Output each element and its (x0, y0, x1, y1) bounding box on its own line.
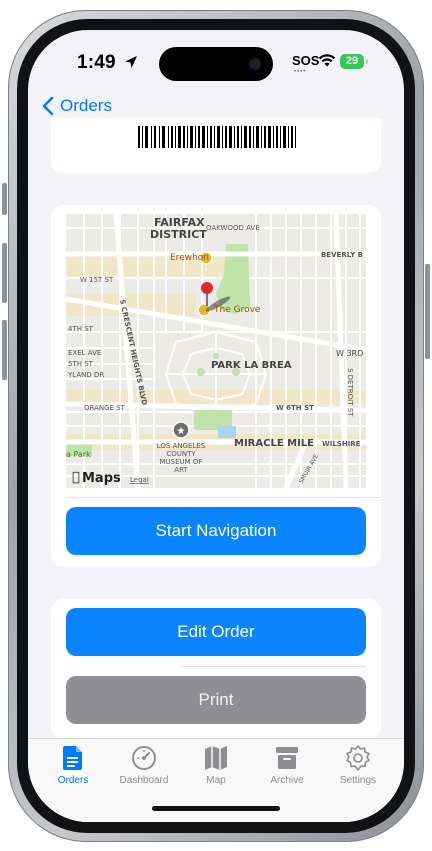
map-label-xel: EXEL AVE (68, 349, 101, 357)
volume-down-button (2, 320, 7, 380)
map-label-miracle: MIRACLE MILE (234, 438, 314, 449)
map-label-district: DISTRICT (150, 228, 207, 241)
tab-orders[interactable]: Orders (38, 745, 108, 786)
carrier-status: SOS (292, 53, 320, 68)
tab-label: Archive (270, 775, 304, 786)
battery-tip (366, 59, 368, 64)
status-time: 1:49 (77, 52, 116, 73)
map-label-lacma-3: MUSEUM OF (160, 458, 203, 466)
print-label: Print (198, 690, 234, 709)
map-label-wilshire: WILSHIRE (322, 440, 361, 448)
map-label-lacma-2: COUNTY (166, 450, 196, 458)
volume-up-button (2, 243, 7, 303)
location-pin-icon (201, 282, 213, 294)
wifi-icon (318, 54, 336, 67)
map-icon (205, 746, 227, 770)
map-view[interactable]: ★ FAIRFAX DISTRICT OAKWOOD AVE BEVERLY B… (66, 214, 366, 488)
print-button[interactable]: Print (66, 676, 366, 724)
gear-icon (346, 745, 370, 771)
camera-icon (249, 58, 261, 70)
museum-star-icon: ★ (177, 426, 186, 437)
card-divider (66, 497, 381, 498)
map-label-grove: The Grove (213, 305, 261, 315)
map-card: ★ FAIRFAX DISTRICT OAKWOOD AVE BEVERLY B… (51, 205, 381, 567)
card-divider (181, 666, 366, 667)
tab-label: Orders (57, 775, 89, 786)
archive-box-icon (276, 747, 298, 769)
status-bar: 1:49 SOS •••• 29 (28, 30, 404, 94)
maps-legal-link: Legal (130, 476, 149, 484)
map-label-orange: ORANGE ST (84, 404, 126, 412)
tab-map[interactable]: Map (181, 745, 251, 786)
tab-label: Dashboard (119, 775, 169, 786)
map-label-lacma-4: ART (174, 466, 188, 474)
battery-indicator: 29 (340, 54, 364, 69)
map-label-w15th: W 15T ST (80, 276, 114, 284)
tab-label: Settings (339, 775, 377, 786)
map-label-w6th: W 6TH ST (276, 404, 314, 412)
back-button[interactable]: Orders (42, 96, 112, 116)
dynamic-island (159, 47, 273, 81)
barcode-image (138, 126, 296, 148)
tab-bar: Orders Dashboard Map Archive Settings (28, 738, 404, 822)
phone-device: 1:49 SOS •••• 29 Orders ★ FAIRFAX DISTRI… (0, 0, 432, 851)
start-navigation-button[interactable]: Start Navigation (66, 507, 366, 555)
tab-label: Map (206, 775, 226, 786)
map-label-w3rd: W 3RD (336, 349, 363, 358)
map-canvas: ★ FAIRFAX DISTRICT OAKWOOD AVE BEVERLY B… (66, 214, 366, 488)
tab-settings[interactable]: Settings (323, 745, 393, 786)
edit-order-label: Edit Order (177, 622, 255, 641)
signal-dots: •••• (294, 69, 307, 75)
gauge-icon (132, 746, 156, 770)
barcode-card (51, 118, 381, 173)
location-arrow-icon (125, 56, 137, 68)
tab-dashboard[interactable]: Dashboard (109, 745, 179, 786)
map-label-lacma-1: LOS ANGELES (157, 442, 206, 450)
map-label-sdetroit: S DETROIT ST (346, 368, 354, 417)
screen: 1:49 SOS •••• 29 Orders ★ FAIRFAX DISTRI… (28, 30, 404, 822)
edit-order-button[interactable]: Edit Order (66, 608, 366, 656)
maps-logo-icon:  (72, 470, 80, 485)
actions-card: Edit Order Print (51, 599, 381, 739)
document-icon (63, 746, 82, 770)
map-label-parklabrea: PARK LA BREA (211, 360, 292, 371)
start-navigation-label: Start Navigation (155, 521, 277, 540)
map-label-park: a Park (66, 450, 91, 459)
home-indicator[interactable] (152, 806, 280, 811)
map-label-beverly: BEVERLY B (321, 251, 363, 259)
map-label-w4th: 4TH ST (68, 325, 94, 333)
maps-logo-label: Maps (82, 471, 121, 486)
action-button (2, 183, 7, 215)
back-button-label: Orders (60, 96, 112, 115)
map-label-ryland: YLAND DR (67, 371, 104, 379)
map-label-w5th: 5TH ST (68, 360, 94, 368)
chevron-left-icon (42, 96, 54, 116)
side-button (425, 264, 430, 359)
tab-archive[interactable]: Archive (252, 745, 322, 786)
map-label-erewhon: Erewhon (170, 253, 209, 263)
map-label-oakwood: OAKWOOD AVE (206, 224, 260, 232)
